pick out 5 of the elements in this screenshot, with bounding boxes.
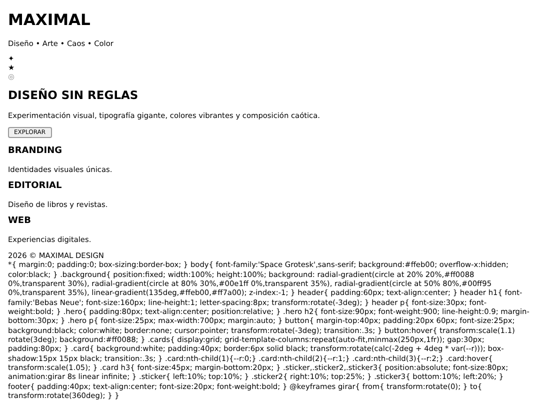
card-heading: WEB — [8, 216, 32, 227]
card-heading: BRANDING — [8, 146, 64, 157]
hero-heading: DISEÑO SIN REGLAS — [8, 89, 140, 104]
card-heading: EDITORIAL — [8, 181, 63, 192]
site-title: MAXIMAL — [8, 11, 92, 30]
